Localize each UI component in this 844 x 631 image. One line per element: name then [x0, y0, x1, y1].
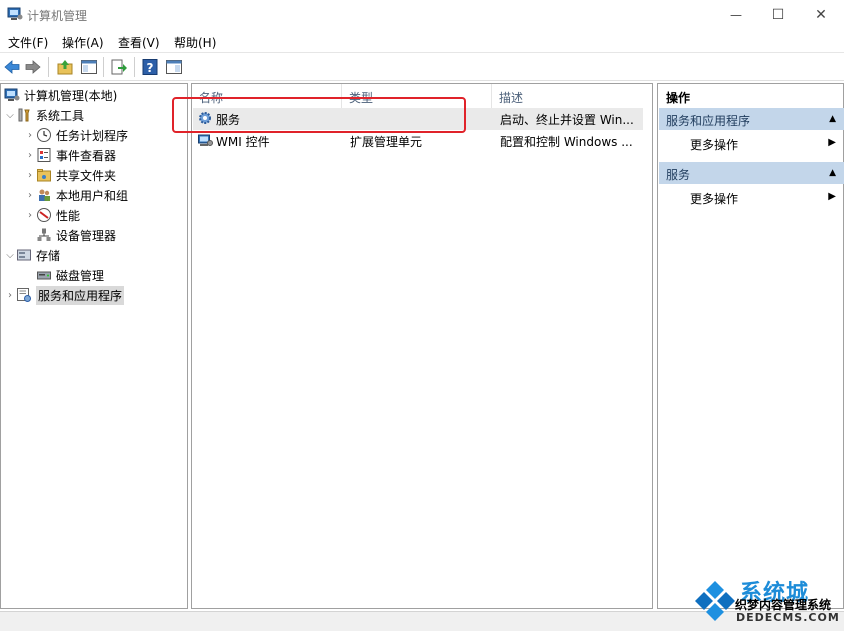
wmi-desc-cell: 配置和控制 Windows ... [500, 135, 633, 149]
tree-label-services-apps: 服务和应用程序 [36, 285, 125, 305]
chevron-down-icon[interactable]: ⌵ [4, 250, 16, 261]
watermark: 系统城 织梦内容管理系统 DEDECMS.COM [686, 575, 844, 631]
toolbar: ? [0, 52, 844, 81]
tree-label-system-tools: 系统工具 [36, 108, 85, 123]
menu-file[interactable]: 文件(F) [8, 34, 48, 51]
tree-label-shared-folders: 共享文件夹 [56, 168, 117, 183]
export-list-icon[interactable] [110, 58, 128, 76]
tree-label-disk-management: 磁盘管理 [56, 268, 105, 283]
tree-item-performance[interactable]: › 性能 [24, 205, 80, 225]
svg-text:?: ? [147, 61, 154, 75]
chevron-right-icon[interactable]: › [24, 130, 36, 141]
maximize-button[interactable]: ☐ [755, 0, 801, 30]
windows-logo-icon [692, 577, 738, 623]
close-button[interactable]: ✕ [798, 0, 844, 30]
tree-item-device-manager[interactable]: 设备管理器 [36, 225, 116, 245]
performance-icon [36, 207, 52, 223]
action-label: 更多操作 [690, 192, 739, 206]
event-viewer-icon [36, 147, 52, 163]
chevron-right-icon[interactable]: › [24, 150, 36, 161]
chevron-down-icon[interactable]: ⌵ [4, 110, 16, 121]
toolbar-separator [134, 57, 135, 77]
tools-icon [16, 107, 32, 123]
toolbar-separator [48, 57, 49, 77]
tree-item-event-viewer[interactable]: › 事件查看器 [24, 145, 116, 165]
back-arrow-icon[interactable] [3, 58, 21, 76]
collapse-up-icon[interactable]: ▲ [829, 114, 836, 124]
wmi-type-cell: 扩展管理单元 [350, 135, 423, 149]
chevron-right-icon[interactable]: › [24, 190, 36, 201]
window-title: 计算机管理 [27, 9, 88, 23]
clock-icon [36, 127, 52, 143]
highlight-box [172, 97, 466, 133]
wmi-control-icon [197, 132, 213, 148]
computer-management-icon [4, 87, 20, 103]
column-header-description[interactable]: 描述 [492, 84, 642, 108]
tree-label-performance: 性能 [56, 208, 81, 223]
actions-header: 操作 [666, 91, 691, 105]
actions-section-services-apps[interactable]: 服务和应用程序 ▲ [659, 108, 844, 130]
show-hide-console-tree-icon[interactable] [80, 58, 98, 76]
tree-item-storage[interactable]: ⌵ 存储 [4, 245, 60, 265]
device-manager-icon [36, 227, 52, 243]
actions-section-title: 服务 [666, 168, 691, 182]
help-icon[interactable]: ? [141, 58, 159, 76]
actions-section-title: 服务和应用程序 [666, 114, 751, 128]
tree-label-task-scheduler: 任务计划程序 [56, 128, 129, 143]
action-more-actions[interactable]: 更多操作 ▶ [659, 186, 844, 208]
users-icon [36, 187, 52, 203]
tree-label-event-viewer: 事件查看器 [56, 148, 117, 163]
toolbar-separator [103, 57, 104, 77]
tree-item-root[interactable]: 计算机管理(本地) [4, 85, 117, 105]
menu-bar: 文件(F) 操作(A) 查看(V) 帮助(H) [0, 30, 844, 52]
tree-item-shared-folders[interactable]: › 共享文件夹 [24, 165, 116, 185]
disk-icon [36, 267, 52, 283]
chevron-right-icon[interactable]: › [24, 170, 36, 181]
tree-item-task-scheduler[interactable]: › 任务计划程序 [24, 125, 128, 145]
collapse-up-icon[interactable]: ▲ [829, 168, 836, 178]
close-icon: ✕ [815, 7, 827, 23]
watermark-line2: DEDECMS.COM [736, 611, 840, 624]
menu-view[interactable]: 查看(V) [118, 34, 160, 51]
tree-label-device-manager: 设备管理器 [56, 228, 117, 243]
tree-item-system-tools[interactable]: ⌵ 系统工具 [4, 105, 84, 125]
menu-help[interactable]: 帮助(H) [174, 34, 216, 51]
submenu-arrow-icon: ▶ [828, 137, 836, 148]
tree-item-services-apps[interactable]: › 服务和应用程序 [4, 285, 125, 305]
services-apps-icon [16, 287, 32, 303]
minimize-icon: — [730, 8, 742, 22]
tree-label-storage: 存储 [36, 248, 61, 263]
shared-folder-icon [36, 167, 52, 183]
chevron-right-icon[interactable]: › [4, 290, 16, 301]
storage-icon [16, 247, 32, 263]
tree-label-local-users-groups: 本地用户和组 [56, 188, 129, 203]
services-desc-cell: 启动、终止并设置 Win... [500, 113, 634, 127]
submenu-arrow-icon: ▶ [828, 191, 836, 202]
action-label: 更多操作 [690, 138, 739, 152]
tree-item-local-users-groups[interactable]: › 本地用户和组 [24, 185, 128, 205]
wmi-name-cell: WMI 控件 [216, 135, 270, 149]
forward-arrow-icon[interactable] [24, 58, 42, 76]
minimize-button[interactable]: — [713, 0, 759, 30]
list-row-wmi[interactable]: WMI 控件 扩展管理单元 配置和控制 Windows ... [193, 130, 643, 152]
title-bar: 计算机管理 — ☐ ✕ [0, 0, 844, 30]
actions-pane: 操作 服务和应用程序 ▲ 更多操作 ▶ 服务 ▲ 更多操作 ▶ [657, 83, 844, 609]
action-more-actions[interactable]: 更多操作 ▶ [659, 132, 844, 154]
tree-label-root: 计算机管理(本地) [24, 88, 118, 103]
maximize-icon: ☐ [771, 7, 785, 23]
tree-item-disk-management[interactable]: 磁盘管理 [36, 265, 104, 285]
show-action-pane-icon[interactable] [165, 58, 183, 76]
menu-action[interactable]: 操作(A) [62, 34, 104, 51]
chevron-right-icon[interactable]: › [24, 210, 36, 221]
computer-management-icon [7, 7, 23, 21]
list-view-pane: 名称 类型 描述 服务 启动、终止并设置 Win... WMI 控件 扩展管理单… [191, 83, 653, 609]
console-tree-pane: 计算机管理(本地) ⌵ 系统工具 › 任务计划程序 › 事件查看器 › 共享文件… [0, 83, 188, 609]
actions-section-services[interactable]: 服务 ▲ [659, 162, 844, 184]
up-folder-icon[interactable] [56, 58, 74, 76]
